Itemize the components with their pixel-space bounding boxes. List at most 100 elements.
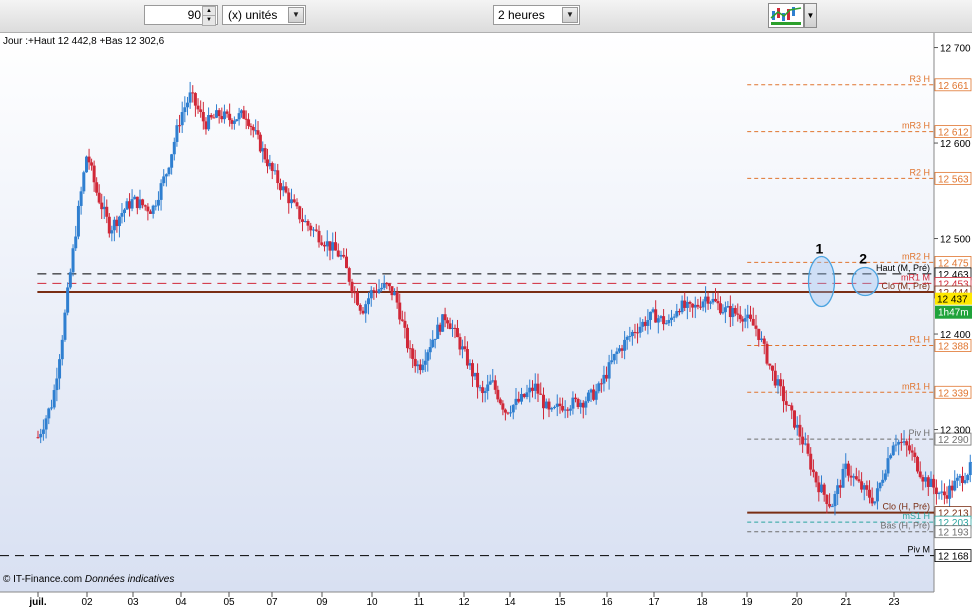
x-tick-label-16: 20 [791,597,803,608]
candle-body-245 [675,311,678,317]
candle-body-68 [215,110,218,118]
candle-body-325 [887,458,890,473]
candle-body-92 [274,170,277,171]
candle-body-238 [657,318,660,322]
candle-body-301 [823,485,826,495]
candle-body-203 [566,410,569,411]
chart-type-icon [769,4,803,27]
candle-body-241 [665,323,668,324]
candle-body-55 [181,112,184,125]
period-select[interactable]: 2 heures ▼ [493,5,580,25]
candle-body-64 [204,121,207,129]
candle-body-132 [383,283,386,288]
candle-body-229 [633,332,636,333]
candle-body-288 [788,405,791,406]
level-label-1: mR3 H [902,121,930,131]
candle-body-156 [444,314,447,320]
candle-body-73 [228,114,231,120]
candle-body-219 [608,362,611,378]
spin-down-button[interactable]: ▼ [202,15,216,26]
candle-body-244 [673,317,676,318]
x-tick-label-9: 12 [458,597,470,608]
y-tick-label-2: 12 500 [940,235,971,246]
candle-body-31 [118,217,121,226]
candle-body-192 [537,384,540,394]
candle-body-176 [494,380,497,390]
level-label-10: Clo (H, Pré) [882,502,930,512]
level-value-8: 12 339 [938,388,969,399]
candle-body-242 [667,320,670,323]
level-value-1: 12 612 [938,128,969,139]
candle-body-262 [719,303,722,313]
candle-body-98 [290,199,293,203]
candle-body-336 [916,457,919,471]
x-tick-label-14: 18 [696,597,708,608]
candle-body-102 [301,219,304,222]
candle-body-149 [426,352,429,361]
candle-body-329 [897,442,900,445]
candle-body-126 [367,298,370,304]
candle-body-337 [919,471,922,477]
candle-body-202 [564,410,567,411]
candle-body-294 [804,443,807,444]
chart-svg[interactable]: 123 ? R3 H12 661mR3 H12 612R2 H12 563mR2… [0,33,972,608]
candle-body-309 [844,464,847,469]
candle-body-254 [699,307,702,308]
candle-body-48 [162,176,165,183]
chart-type-dropdown-button[interactable]: ▼ [804,3,817,28]
candle-body-82 [249,126,252,127]
candle-body-290 [793,410,796,427]
candle-body-99 [293,199,296,202]
candle-body-342 [932,479,935,488]
candle-body-305 [833,494,836,506]
candle-body-142 [409,348,412,349]
candle-body-223 [618,348,621,351]
candle-body-216 [600,383,603,384]
candle-body-14 [74,237,77,249]
candle-body-28 [110,230,113,233]
candle-body-231 [639,327,642,333]
candle-body-21 [93,166,96,183]
candle-body-93 [276,170,279,183]
candle-body-193 [539,394,542,395]
candle-body-123 [359,305,362,311]
quantity-spinner[interactable]: 90 ▲ ▼ [144,5,218,25]
candle-body-218 [605,375,608,379]
candle-body-138 [398,303,401,320]
candle-body-353 [961,476,964,483]
candle-body-178 [499,399,502,403]
candle-body-71 [223,111,226,119]
level-label-11: mS1 H [902,511,930,521]
candle-body-200 [559,404,562,406]
candle-body-144 [414,359,417,366]
unit-select[interactable]: (x) unités ▼ [222,5,306,25]
candle-body-184 [515,399,518,405]
candle-body-198 [553,407,556,408]
candle-body-169 [476,373,479,387]
candle-body-57 [186,103,189,108]
candle-body-224 [621,348,624,350]
unit-dropdown-arrow[interactable]: ▼ [288,7,304,23]
candle-body-328 [894,445,897,446]
candle-body-297 [812,470,815,473]
candle-body-286 [782,386,785,401]
price-chart[interactable]: 123 ? R3 H12 661mR3 H12 612R2 H12 563mR2… [0,33,972,608]
candle-body-298 [815,472,818,482]
candle-body-264 [724,307,727,312]
candle-body-280 [766,344,769,364]
candle-body-327 [892,446,895,456]
candle-body-26 [105,207,108,217]
candle-body-291 [796,425,799,428]
chart-type-button[interactable] [768,3,804,28]
x-tick-label-5: 07 [266,597,278,608]
candle-body-330 [900,442,903,443]
candle-body-263 [721,312,724,313]
candle-body-250 [689,302,692,304]
period-dropdown-arrow[interactable]: ▼ [562,7,578,23]
annotation-label-0: 1 [816,241,824,257]
candle-body-161 [456,328,459,337]
candle-body-111 [326,241,329,246]
candle-body-356 [969,462,972,475]
y-tick-label-0: 12 700 [940,44,971,55]
candle-body-94 [279,183,282,190]
